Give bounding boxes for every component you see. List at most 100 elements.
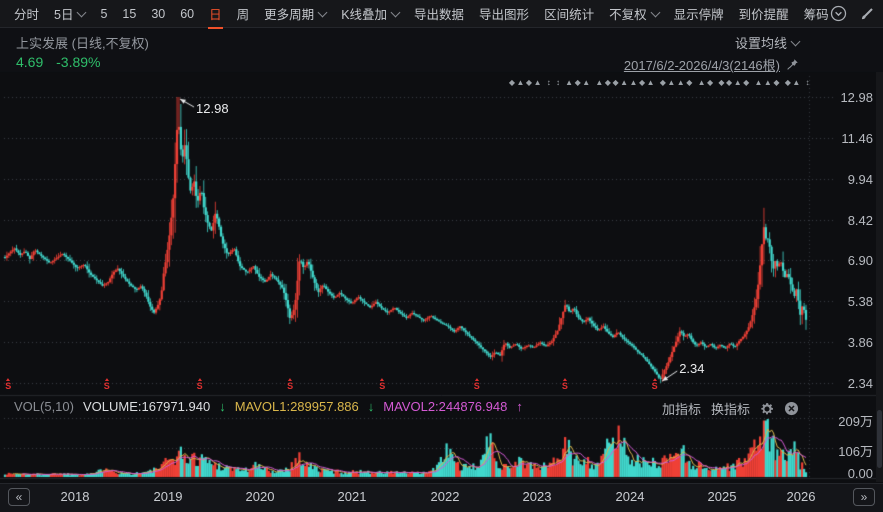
price-axis-tick: 3.86 xyxy=(848,335,873,350)
toolbar-item-export-data[interactable]: 导出数据 xyxy=(413,0,465,29)
year-axis-label: 2019 xyxy=(154,489,183,504)
toolbar-item-label: 周 xyxy=(237,4,250,23)
toolbar-item-label: 分时 xyxy=(14,4,39,23)
dividend-marker[interactable]: ▲S xyxy=(472,378,482,391)
mavol1-down-arrow: ↓ xyxy=(368,399,375,414)
mavol2-value: MAVOL2:244876.948 xyxy=(383,399,507,414)
add-indicator-button[interactable]: 加指标 xyxy=(662,399,701,418)
year-axis-label: 2026 xyxy=(787,489,816,504)
dividend-marker[interactable]: ▲S xyxy=(195,378,205,391)
date-range-row: 2017/6/2-2026/4/3(2146根) xyxy=(624,55,799,74)
toolbar-item-5min[interactable]: 5 xyxy=(99,1,108,27)
volume-actions: 加指标 换指标 xyxy=(662,399,799,418)
toolbar-items: 分时 5日 5 15 30 60 日周更多周期 K线叠加 导出数据导出图形区间统计不复权 显示停牌… xyxy=(13,0,830,29)
toolbar-item-label: 30 xyxy=(151,7,165,21)
dividend-marker[interactable]: ▲S xyxy=(285,378,295,391)
switch-indicator-button[interactable]: 换指标 xyxy=(711,399,750,418)
year-axis-label: 2023 xyxy=(523,489,552,504)
toolbar-item-show-suspended[interactable]: 显示停牌 xyxy=(673,0,725,29)
date-range-link[interactable]: 2017/6/2-2026/4/3(2146根) xyxy=(624,55,780,74)
toolbar-item-adjust-mode[interactable]: 不复权 xyxy=(608,0,660,29)
chevron-down-icon xyxy=(650,7,660,17)
price-axis-tick: 12.98 xyxy=(840,90,873,105)
last-price: 4.69 xyxy=(16,54,43,70)
toolbar-item-30min[interactable]: 30 xyxy=(150,1,166,27)
chevron-down-icon xyxy=(77,7,87,17)
toolbar-item-label: 筹码 xyxy=(804,4,829,23)
year-axis-label: 2024 xyxy=(616,489,645,504)
collapse-panel-icon[interactable] xyxy=(830,5,847,22)
volume-axis-tick: 106万 xyxy=(838,441,873,460)
price-change-row: 4.69 -3.89% xyxy=(16,54,101,70)
price-axis-tick: 6.90 xyxy=(848,253,873,268)
toolbar-item-60min[interactable]: 60 xyxy=(179,1,195,27)
dividend-marker[interactable]: ▲S xyxy=(560,378,570,391)
toolbar-item-daily[interactable]: 日 xyxy=(208,0,223,29)
ma-settings-button[interactable]: 设置均线 xyxy=(735,33,799,52)
high-price-annotation: 12.98 xyxy=(196,101,229,116)
toolbar-item-label: 15 xyxy=(122,7,136,21)
toolbar-item-label: 导出数据 xyxy=(414,4,464,23)
price-axis-tick: 5.38 xyxy=(848,294,873,309)
toolbar-item-label: 显示停牌 xyxy=(674,4,724,23)
toolbar-icons xyxy=(830,5,883,22)
toolbar-item-label: 导出图形 xyxy=(479,4,529,23)
year-axis-label: 2021 xyxy=(338,489,367,504)
chevron-down-icon xyxy=(791,36,801,46)
toolbar-item-label: K线叠加 xyxy=(341,4,387,23)
toolbar-item-15min[interactable]: 15 xyxy=(121,1,137,27)
scrollbar-thumb[interactable] xyxy=(877,410,882,468)
volume-down-arrow: ↓ xyxy=(219,399,226,414)
dividend-marker[interactable]: ▲S xyxy=(3,378,13,391)
chevron-down-icon xyxy=(318,7,328,17)
toolbar-item-label: 5日 xyxy=(54,4,73,23)
mavol2-up-arrow: ↑ xyxy=(516,399,523,414)
toolbar-item-weekly[interactable]: 周 xyxy=(236,0,251,29)
stock-title: 上实发展 (日线,不复权) xyxy=(16,33,149,52)
year-axis-label: 2020 xyxy=(246,489,275,504)
toolbar-item-5day[interactable]: 5日 xyxy=(53,0,86,29)
event-marker-row: ◆▲◆▲ ↕ ↕ ▲◆▲ ▲◆◆▲▲◆▲ ◆▲▲◆ ▲◆ ◆◆▲◆ ▲▲◆ ◆▲… xyxy=(509,78,811,87)
volume-axis-tick: 209万 xyxy=(838,411,873,430)
low-price-annotation: 2.34 xyxy=(679,361,704,376)
chevron-down-icon xyxy=(391,7,401,17)
change-percent: -3.89% xyxy=(56,54,100,70)
scroll-left-button[interactable]: « xyxy=(8,488,30,506)
close-panel-icon[interactable] xyxy=(784,401,799,416)
toolbar-item-chips[interactable]: 筹码 xyxy=(803,0,830,29)
price-axis-tick: 2.34 xyxy=(848,376,873,391)
toolbar-item-price-alert[interactable]: 到价提醒 xyxy=(738,0,790,29)
mavol1-value: MAVOL1:289957.886 xyxy=(235,399,359,414)
candlestick-chart-canvas[interactable] xyxy=(0,0,883,512)
toolbar-item-minute[interactable]: 分时 xyxy=(13,0,40,29)
price-axis-tick: 9.94 xyxy=(848,172,873,187)
year-axis-label: 2022 xyxy=(431,489,460,504)
period-toolbar: 分时 5日 5 15 30 60 日周更多周期 K线叠加 导出数据导出图形区间统计不复权 显示停牌… xyxy=(0,0,883,28)
brush-drawing-icon[interactable] xyxy=(860,6,875,21)
volume-header: VOL(5,10) VOLUME:167971.940 ↓ MAVOL1:289… xyxy=(14,399,523,414)
toolbar-item-export-image[interactable]: 导出图形 xyxy=(478,0,530,29)
dividend-marker[interactable]: ▲S xyxy=(102,378,112,391)
dividend-marker[interactable]: ▲S xyxy=(650,378,660,391)
dividend-marker[interactable]: ▲S xyxy=(377,378,387,391)
toolbar-item-kline-overlay[interactable]: K线叠加 xyxy=(340,0,400,29)
volume-axis-tick: 0.00 xyxy=(848,466,873,481)
toolbar-item-label: 更多周期 xyxy=(264,4,314,23)
toolbar-item-more-periods[interactable]: 更多周期 xyxy=(263,0,327,29)
toolbar-item-label: 不复权 xyxy=(609,4,647,23)
ma-settings-label: 设置均线 xyxy=(735,33,787,52)
toolbar-item-label: 5 xyxy=(100,7,107,21)
gear-icon[interactable] xyxy=(760,402,774,416)
volume-value: VOLUME:167971.940 xyxy=(83,399,210,414)
toolbar-item-label: 日 xyxy=(209,4,222,23)
volume-indicator-label[interactable]: VOL(5,10) xyxy=(14,399,74,414)
price-axis-tick: 11.46 xyxy=(841,131,873,146)
toolbar-item-range-stats[interactable]: 区间统计 xyxy=(543,0,595,29)
pin-icon[interactable] xyxy=(786,58,799,71)
year-axis-label: 2018 xyxy=(61,489,90,504)
year-axis-label: 2025 xyxy=(708,489,737,504)
price-axis-tick: 8.42 xyxy=(848,213,873,228)
vertical-scrollbar[interactable] xyxy=(876,72,883,482)
toolbar-item-label: 区间统计 xyxy=(544,4,594,23)
scroll-right-button[interactable]: » xyxy=(853,488,875,506)
